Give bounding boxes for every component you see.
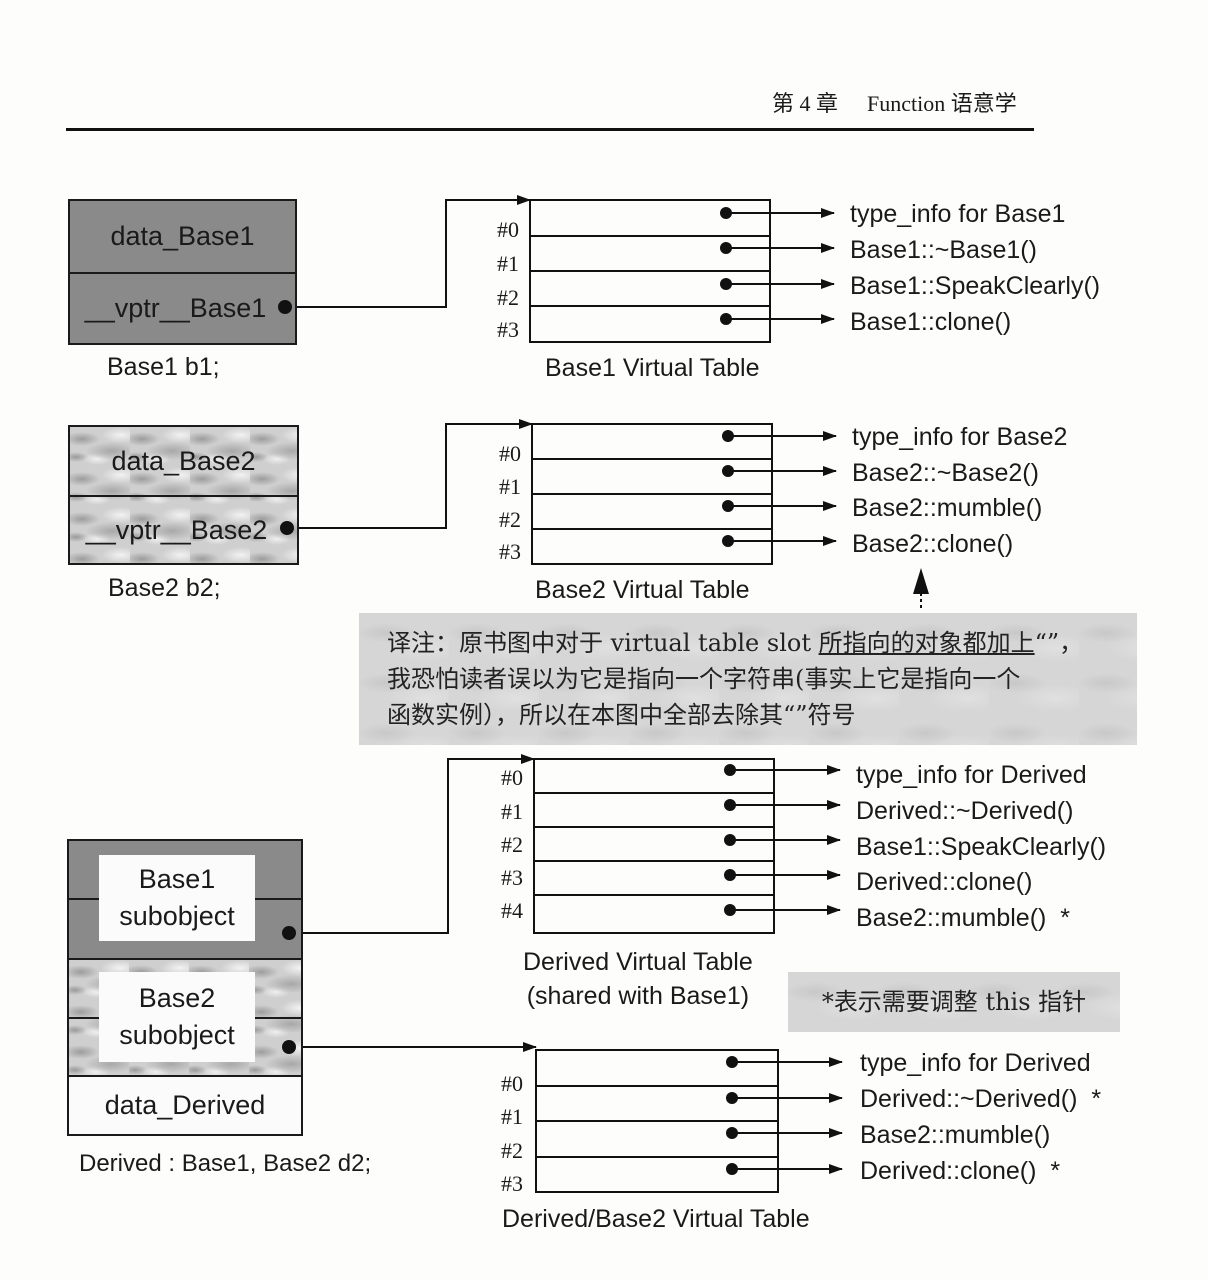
vt3-slot-1: #1 <box>501 799 523 824</box>
d2-base1-sub-line1: Base1 <box>138 864 216 894</box>
d2-base2-vptr-dot <box>282 1040 296 1054</box>
d2-base2-sub-line1: Base2 <box>138 983 216 1013</box>
vt1-entry-1: Base1::~Base1() <box>850 236 1037 264</box>
b1-vptr-cell: __vptr__Base1 <box>70 272 295 343</box>
vt3-slot-2: #2 <box>501 832 523 857</box>
b1-caption: Base1 b1; <box>107 353 220 381</box>
note-line-3: 函数实例），所以在本图中全部去除其“”符号 <box>387 701 856 729</box>
vt2-slot-2: #2 <box>499 507 521 532</box>
d2-base1-vptr-dot <box>282 926 296 940</box>
b1-vptr-link <box>285 195 531 308</box>
vt2-entry-2: Base2::mumble() <box>852 494 1043 522</box>
note-line-1-a: 译注：原书图中对于 virtual table slot <box>387 629 819 657</box>
b2-caption: Base2 b2; <box>108 574 221 602</box>
object-b2: data_Base2 __vptr__Base2 <box>68 425 299 565</box>
vt3-title-line-1: Derived Virtual Table <box>523 948 753 976</box>
vt3-entry-1: Derived::~Derived() <box>856 797 1074 825</box>
b2-vptr-cell: __vptr__Base2 <box>70 495 297 563</box>
vt4-title: Derived/Base2 Virtual Table <box>502 1205 810 1233</box>
b2-vptr-dot <box>280 521 294 535</box>
vt3-title: Derived Virtual Table (shared with Base1… <box>523 945 753 1013</box>
note-line-2: 我恐怕读者误以为它是指向一个字符串(事实上它是指向一个 <box>387 665 1021 693</box>
vt1-slot-1: #1 <box>497 251 519 276</box>
vt1-title: Base1 Virtual Table <box>545 354 760 382</box>
b1-data-cell: data_Base1 <box>110 221 255 251</box>
vt2-title: Base2 Virtual Table <box>535 576 750 604</box>
vt3-slot-4: #4 <box>501 898 523 923</box>
vt1-slot-2: #2 <box>497 285 519 310</box>
translator-note: 译注：原书图中对于 virtual table slot 所指向的对象都加上“”… <box>359 613 1137 745</box>
vt1-entry-0: type_info for Base1 <box>850 200 1066 228</box>
vt2-slot-1: #1 <box>499 474 521 499</box>
d2-caption: Derived : Base1, Base2 d2; <box>79 1150 372 1177</box>
vt4-entry-2: Base2::mumble() <box>860 1121 1051 1149</box>
vt4-slot-1: #1 <box>501 1104 523 1129</box>
vt4-entry-0: type_info for Derived <box>860 1049 1091 1077</box>
vt4-slot-2: #2 <box>501 1138 523 1163</box>
d2-data-cell: data_Derived <box>69 1075 301 1134</box>
vt2-entry-1: Base2::~Base2() <box>852 459 1039 487</box>
vt2-slot-3: #3 <box>499 539 521 564</box>
vt1-entry-2: Base1::SpeakClearly() <box>850 272 1101 300</box>
vt3-entry-3: Derived::clone() <box>856 868 1033 896</box>
note-line-1-underlined: 所指向的对象都加上 <box>818 629 1035 657</box>
b2-data-cell: data_Base2 <box>111 445 256 476</box>
vt1-slot-3: #3 <box>497 317 519 342</box>
vt3-entry-2: Base1::SpeakClearly() <box>856 833 1107 861</box>
vt4-entry-1: Derived::~Derived() * <box>860 1085 1102 1113</box>
vt2-entry-0: type_info for Base2 <box>852 423 1068 451</box>
d2-base2-subobject: Base2 subobject <box>99 972 255 1062</box>
object-d2: Base1 subobject Base2 subobject data_Der… <box>67 839 303 1136</box>
star-note: *表示需要调整 this 指针 <box>788 972 1120 1032</box>
b1-vptr-dot <box>278 300 292 314</box>
vt3-entry-0: type_info for Derived <box>856 761 1087 789</box>
vt4-slot-0: #0 <box>501 1071 523 1096</box>
d2-base1-subobject: Base1 subobject <box>99 855 255 941</box>
d2-base1-vptr-link <box>289 754 535 934</box>
vt3-title-line-2: (shared with Base1) <box>526 982 750 1010</box>
note-line-1: 译注：原书图中对于 virtual table slot 所指向的对象都加上“”… <box>387 625 1137 661</box>
vt2-slot-0: #0 <box>499 441 521 466</box>
vt1-entry-3: Base1::clone() <box>850 308 1012 336</box>
note-pointer-arrow <box>913 568 929 594</box>
vt4-slot-3: #3 <box>501 1171 523 1196</box>
vt3-slot-3: #3 <box>501 865 523 890</box>
note-line-1-b: “”， <box>1034 629 1084 657</box>
vtable-derived-box <box>533 758 775 934</box>
vt1-slot-0: #0 <box>497 217 519 242</box>
vt3-slot-0: #0 <box>501 765 523 790</box>
vt4-entry-3: Derived::clone() * <box>860 1157 1061 1185</box>
d2-base1-sub-line2: subobject <box>119 901 235 931</box>
object-b1: data_Base1 __vptr__Base1 <box>68 199 297 345</box>
b2-vptr-link <box>287 419 533 529</box>
d2-base2-sub-line2: subobject <box>119 1020 235 1050</box>
vt2-entry-3: Base2::clone() <box>852 530 1014 558</box>
vt3-entry-4: Base2::mumble() * <box>856 904 1070 932</box>
